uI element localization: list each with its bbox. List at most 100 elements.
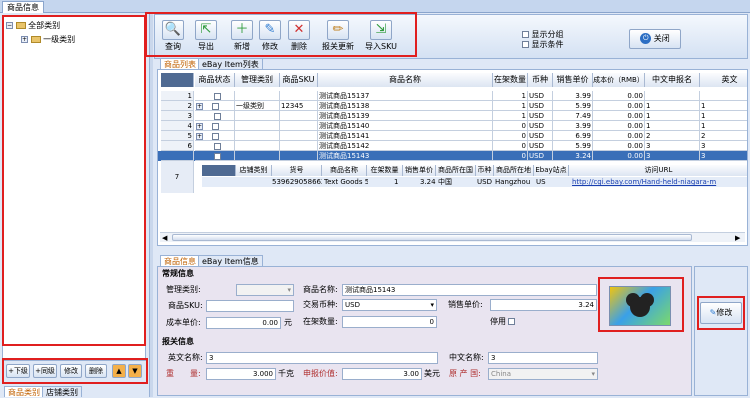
table-row[interactable]: 6 测试商品15142 0 USD 5.99 0.00 3 3 [158, 141, 747, 151]
row-checkbox[interactable] [212, 122, 219, 130]
sub-col-site[interactable]: Ebay站点 [534, 165, 569, 176]
edit-button[interactable]: ✎ 修改 [255, 20, 285, 58]
table-cell-cn [645, 91, 700, 101]
col-name[interactable]: 商品名称 [318, 73, 493, 87]
save-edit-button[interactable]: ✎修改 [700, 302, 742, 324]
edit-category-button[interactable]: 修改 [60, 364, 82, 378]
sub-col-qty[interactable]: 在架数量 [367, 165, 403, 176]
sub-col-url[interactable]: 访问URL [569, 165, 747, 176]
tab-goods-info[interactable]: 商品信息 [160, 255, 200, 266]
col-sku[interactable]: 商品SKU [280, 73, 318, 87]
sub-col-loc[interactable]: 商品所在地 [494, 165, 534, 176]
table-cell-qty: 1 [493, 101, 528, 111]
tree-root-node[interactable]: − 全部类别 [6, 21, 60, 31]
disable-checkbox[interactable] [508, 318, 515, 325]
col-status[interactable]: 商品状态 [195, 73, 235, 87]
col-qty[interactable]: 在架数量 [493, 73, 528, 87]
row-checkbox[interactable] [214, 142, 221, 150]
delete-category-button[interactable]: 删除 [85, 364, 107, 378]
tree-child-node[interactable]: + 一级类别 [21, 35, 75, 45]
origin-select[interactable]: China ▾ [488, 368, 598, 380]
expand-row-icon[interactable]: + [196, 122, 203, 130]
col-cn-name[interactable]: 中文申报名 [645, 73, 700, 87]
col-en-name[interactable]: 英文 [700, 73, 747, 87]
row-checkbox[interactable] [212, 102, 219, 110]
add-child-button[interactable]: +下级 [6, 364, 30, 378]
name-input[interactable]: 测试商品15143 [342, 284, 597, 296]
add-button[interactable]: ＋新增 [227, 20, 257, 58]
tab-goods-list[interactable]: 商品列表 [160, 58, 200, 69]
show-group-checkbox[interactable] [522, 31, 529, 38]
tab-goods-category[interactable]: 商品类别 [4, 386, 44, 397]
sub-col-no[interactable]: 货号 [272, 165, 322, 176]
customs-update-button[interactable]: ✏ 报关更新 [320, 20, 356, 58]
move-down-button[interactable]: ▼ [128, 364, 142, 378]
sub-row-header [202, 165, 236, 176]
move-up-button[interactable]: ▲ [112, 364, 126, 378]
col-currency[interactable]: 币种 [528, 73, 553, 87]
delete-button[interactable]: ✕ 删除 [284, 20, 314, 58]
table-row[interactable]: 1 测试商品15137 1 USD 3.99 0.00 [158, 91, 747, 101]
en-name-label: 英文名称: [168, 353, 203, 362]
sku-input[interactable] [206, 300, 294, 312]
table-row[interactable]: 3 测试商品15139 1 USD 7.49 0.00 1 1 [158, 111, 747, 121]
table-row[interactable]: 测试商品15143 0 USD 3.24 0.00 3 3 [158, 151, 747, 161]
tab-ebay-item-list[interactable]: eBay Item列表 [198, 58, 263, 69]
table-cell-cn: 2 [645, 131, 700, 141]
row-checkbox[interactable] [214, 152, 221, 160]
decl-input[interactable]: 3.00 [342, 368, 422, 380]
table-cell-cat [235, 111, 280, 121]
mgmt-cat-select[interactable]: ▾ [236, 284, 294, 296]
col-category[interactable]: 管理类别 [235, 73, 280, 87]
row-checkbox[interactable] [214, 112, 221, 120]
weight-input[interactable]: 3.000 [206, 368, 276, 380]
table-row[interactable]: 5 + 测试商品15141 0 USD 6.99 0.00 2 2 [158, 131, 747, 141]
price-input[interactable]: 3.24 [490, 299, 597, 311]
expand-row-icon[interactable]: + [196, 132, 203, 140]
product-image[interactable] [609, 286, 671, 326]
row-checkbox[interactable] [214, 92, 221, 100]
grid-hscrollbar[interactable]: ◀ ▶ [160, 232, 745, 242]
window-title-tab[interactable]: 商品信息 [2, 1, 44, 13]
qty-input[interactable]: 0 [342, 316, 437, 328]
sub-col-price[interactable]: 销售单价 [403, 165, 436, 176]
splitter[interactable] [149, 14, 153, 397]
show-cond-option[interactable]: 显示条件 [522, 39, 564, 50]
col-price[interactable]: 销售单价 [553, 73, 593, 87]
row-checkbox[interactable] [212, 132, 219, 140]
sub-col-shop-cat[interactable]: 店铺类别 [236, 165, 272, 176]
scroll-left-icon[interactable]: ◀ [162, 233, 167, 243]
goods-grid: 商品状态 管理类别 商品SKU 商品名称 在架数量 币种 销售单价 成本价（RM… [157, 69, 748, 246]
show-cond-checkbox[interactable] [522, 41, 529, 48]
folder-icon [30, 36, 41, 43]
cn-name-input[interactable]: 3 [488, 352, 598, 364]
collapse-icon[interactable]: − [6, 22, 13, 29]
table-cell-cur: USD [528, 141, 553, 151]
tab-ebay-item-info[interactable]: eBay Item信息 [198, 255, 263, 266]
sub-col-name[interactable]: 商品名称 [322, 165, 367, 176]
expand-icon[interactable]: + [21, 36, 28, 43]
sub-col-country[interactable]: 商品所在国 [436, 165, 476, 176]
scroll-thumb[interactable] [172, 234, 692, 241]
close-button[interactable]: ⏻ 关闭 [629, 29, 681, 49]
query-button[interactable]: 🔍 查询 [158, 20, 188, 58]
en-name-input[interactable]: 3 [206, 352, 438, 364]
customs-section-title: 报关信息 [162, 337, 194, 346]
col-cost[interactable]: 成本价（RMB） [593, 73, 645, 87]
tab-shop-category[interactable]: 店铺类别 [42, 386, 82, 397]
sub-url-link[interactable]: http://cgi.ebay.com/Hand-held-niagara-m [572, 177, 747, 187]
table-cell-cn: 1 [645, 121, 700, 131]
export-button[interactable]: ⇱ 导出 [191, 20, 221, 58]
cost-input[interactable]: 0.00 [206, 317, 281, 329]
expand-row-icon[interactable]: + [196, 102, 203, 110]
table-row[interactable]: 2 + 一级类别 12345 测试商品15138 1 USD 5.99 0.00 1 1 [158, 101, 747, 111]
sub-row[interactable]: 5396290586620 Text Goods 5396 1 3.24 中国 … [202, 177, 747, 187]
table-cell-price: 3.24 [553, 151, 593, 161]
sub-col-cur[interactable]: 币种 [476, 165, 494, 176]
currency-select[interactable]: USD ▾ [342, 299, 437, 311]
import-sku-button[interactable]: ⇲ 导入SKU [364, 20, 398, 58]
scroll-right-icon[interactable]: ▶ [735, 233, 740, 243]
table-row[interactable]: 4 + 测试商品15140 0 USD 3.99 0.00 1 1 [158, 121, 747, 131]
add-sibling-button[interactable]: +同级 [33, 364, 57, 378]
window-tab-bar: 商品信息 [0, 0, 750, 13]
